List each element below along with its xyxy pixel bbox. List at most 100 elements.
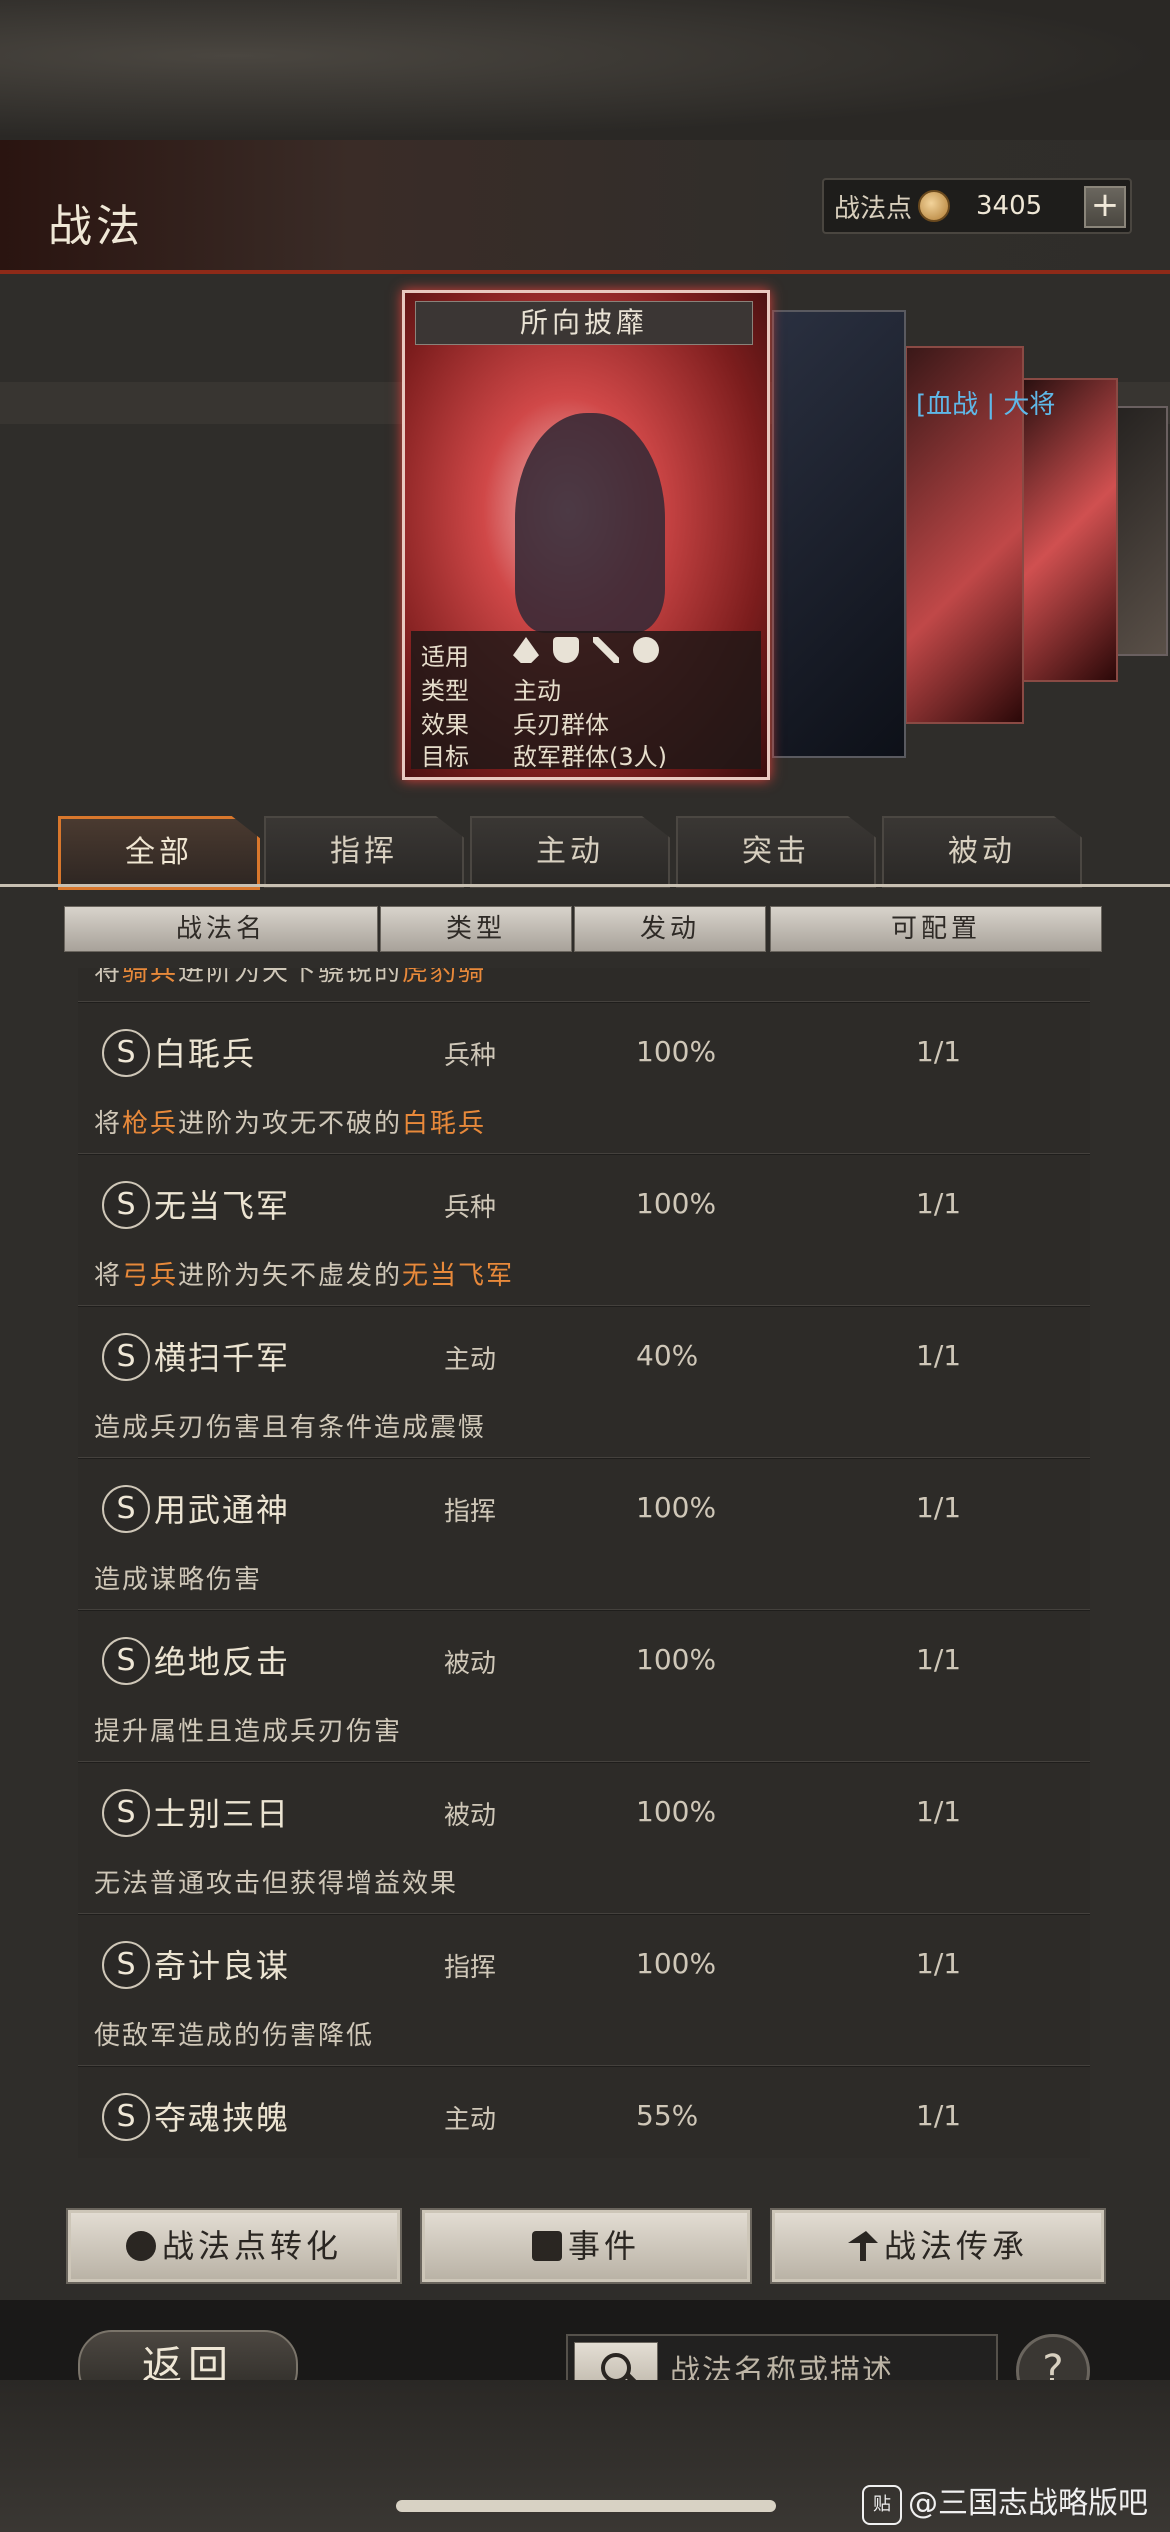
skill-config-count: 1/1 bbox=[916, 1795, 962, 1828]
tieba-logo-icon: 贴 bbox=[862, 2484, 902, 2525]
tab-passive[interactable]: 被动 bbox=[882, 816, 1082, 888]
watermark: 贴 @三国志战略版吧 bbox=[862, 2478, 1148, 2525]
card-row-label: 适用 bbox=[421, 643, 469, 671]
skill-trigger-rate: 100% bbox=[636, 1187, 717, 1220]
add-points-button[interactable]: + bbox=[1084, 186, 1126, 228]
skill-type: 兵种 bbox=[444, 1041, 497, 1071]
rank-badge: S bbox=[102, 1637, 150, 1685]
list-item[interactable]: S 奇计良谋 指挥 100% 1/1 使敌军造成的伤害降低 bbox=[78, 1914, 1090, 2066]
col-trigger[interactable]: 发动 bbox=[574, 906, 766, 952]
card-title: 所向披靡 bbox=[415, 301, 753, 345]
skill-description: 使敌军造成的伤害降低 bbox=[94, 2021, 375, 2051]
events-button[interactable]: 事件 bbox=[420, 2208, 752, 2284]
tactic-points-box: 战法点 3405 + bbox=[822, 178, 1132, 234]
skill-card-back-1[interactable] bbox=[772, 310, 906, 758]
list-item[interactable]: S 夺魂挟魄 主动 55% 1/1 bbox=[78, 2066, 1090, 2158]
skill-type: 主动 bbox=[444, 1345, 497, 1375]
skill-description: 无法普通攻击但获得增益效果 bbox=[94, 1869, 459, 1899]
list-item[interactable]: S 无当飞军 兵种 100% 1/1 将弓兵进阶为矢不虚发的无当飞军 bbox=[78, 1154, 1090, 1306]
rank-badge: S bbox=[102, 1181, 150, 1229]
skill-trigger-rate: 40% bbox=[636, 1339, 699, 1372]
skill-name: 无当飞军 bbox=[154, 1187, 291, 1225]
card-info-panel: 适用 类型 主动 效果 兵刃群体 目标 敌军群体(3人) bbox=[411, 631, 761, 771]
tab-all[interactable]: 全部 bbox=[58, 816, 260, 890]
skill-config-count: 1/1 bbox=[916, 1491, 962, 1524]
skill-config-count: 1/1 bbox=[916, 1643, 962, 1676]
cavalry-icon bbox=[513, 637, 539, 663]
card-row-label: 效果 bbox=[421, 711, 469, 739]
skill-description: 将枪兵进阶为攻无不破的白毦兵 bbox=[94, 1109, 487, 1139]
tab-active[interactable]: 主动 bbox=[470, 816, 670, 888]
convert-points-button[interactable]: 战法点转化 bbox=[66, 2208, 402, 2284]
points-value: 3405 bbox=[976, 191, 1043, 221]
skill-config-count: 1/1 bbox=[916, 1187, 962, 1220]
skill-description: 造成谋略伤害 bbox=[94, 1565, 263, 1595]
rank-badge: S bbox=[102, 1941, 150, 1989]
skill-card-back-4[interactable] bbox=[1112, 406, 1168, 656]
page-title: 战法 bbox=[48, 201, 144, 252]
skill-trigger-rate: 100% bbox=[636, 1947, 717, 1980]
skill-trigger-rate: 100% bbox=[636, 1491, 717, 1524]
col-skill-name[interactable]: 战法名 bbox=[64, 906, 378, 952]
list-item[interactable]: S 士别三日 被动 100% 1/1 无法普通攻击但获得增益效果 bbox=[78, 1762, 1090, 1914]
skill-description: 造成兵刃伤害且有条件造成震慑 bbox=[94, 1413, 487, 1443]
card-row-value: 敌军群体(3人) bbox=[513, 743, 667, 771]
card-row-value: 主动 bbox=[513, 677, 561, 705]
home-indicator[interactable] bbox=[396, 2500, 776, 2512]
card-row-label: 目标 bbox=[421, 743, 469, 771]
applicable-unit-icons bbox=[513, 637, 659, 663]
skill-trigger-rate: 100% bbox=[636, 1035, 717, 1068]
card-tags: [血战 | 大将 bbox=[916, 390, 1056, 420]
filter-tabs: 全部 指挥 主动 突击 被动 bbox=[58, 816, 1108, 890]
list-item[interactable]: 将骑兵进阶为天下骁锐的虎豹骑 bbox=[78, 968, 1090, 1002]
top-background bbox=[0, 0, 1170, 140]
skill-card-featured[interactable]: 所向披靡 适用 类型 主动 效果 兵刃群体 目标 敌军群体(3人) bbox=[402, 290, 770, 780]
skill-type: 被动 bbox=[444, 1801, 497, 1831]
skill-trigger-rate: 100% bbox=[636, 1795, 717, 1828]
rank-badge: S bbox=[102, 1029, 150, 1077]
card-row-applicable: 适用 bbox=[421, 637, 659, 672]
card-row-effect: 效果 兵刃群体 bbox=[421, 705, 609, 740]
inherit-button[interactable]: 战法传承 bbox=[770, 2208, 1106, 2284]
points-label: 战法点 bbox=[834, 193, 913, 224]
flame-icon bbox=[125, 2231, 156, 2261]
skill-name: 白毦兵 bbox=[154, 1035, 257, 1073]
list-item[interactable]: S 绝地反击 被动 100% 1/1 提升属性且造成兵刃伤害 bbox=[78, 1610, 1090, 1762]
skill-description: 提升属性且造成兵刃伤害 bbox=[94, 1717, 403, 1747]
skill-type: 兵种 bbox=[444, 1193, 497, 1223]
bow-icon bbox=[593, 637, 619, 663]
skill-name: 绝地反击 bbox=[154, 1643, 291, 1681]
card-row-value: 兵刃群体 bbox=[513, 711, 609, 739]
card-row-label: 类型 bbox=[421, 677, 469, 705]
skill-card-back-3[interactable] bbox=[1022, 378, 1118, 682]
list-item[interactable]: S 横扫千军 主动 40% 1/1 造成兵刃伤害且有条件造成震慑 bbox=[78, 1306, 1090, 1458]
skill-name: 奇计良谋 bbox=[154, 1947, 291, 1985]
list-item[interactable]: S 白毦兵 兵种 100% 1/1 将枪兵进阶为攻无不破的白毦兵 bbox=[78, 1002, 1090, 1154]
col-configurable[interactable]: 可配置 bbox=[770, 906, 1102, 952]
skill-description: 将弓兵进阶为矢不虚发的无当飞军 bbox=[94, 1261, 515, 1291]
skill-description: 将骑兵进阶为天下骁锐的虎豹骑 bbox=[94, 968, 487, 987]
skill-type: 主动 bbox=[444, 2105, 497, 2135]
skill-config-count: 1/1 bbox=[916, 1339, 962, 1372]
skill-list[interactable]: 将骑兵进阶为天下骁锐的虎豹骑 S 白毦兵 兵种 100% 1/1 将枪兵进阶为攻… bbox=[78, 968, 1090, 2158]
skill-trigger-rate: 55% bbox=[636, 2099, 699, 2132]
skill-name: 士别三日 bbox=[154, 1795, 291, 1833]
skill-type: 指挥 bbox=[444, 1953, 497, 1983]
tab-command[interactable]: 指挥 bbox=[264, 816, 464, 888]
skill-trigger-rate: 100% bbox=[636, 1643, 717, 1676]
shield-icon bbox=[553, 637, 579, 663]
warrior-illustration bbox=[515, 413, 665, 633]
tab-assault[interactable]: 突击 bbox=[676, 816, 876, 888]
col-type[interactable]: 类型 bbox=[380, 906, 572, 952]
rank-badge: S bbox=[102, 2093, 150, 2141]
skill-name: 横扫千军 bbox=[154, 1339, 291, 1377]
card-row-type: 类型 主动 bbox=[421, 671, 561, 706]
skill-type: 指挥 bbox=[444, 1497, 497, 1527]
list-item[interactable]: S 用武通神 指挥 100% 1/1 造成谋略伤害 bbox=[78, 1458, 1090, 1610]
skill-config-count: 1/1 bbox=[916, 1947, 962, 1980]
skill-type: 被动 bbox=[444, 1649, 497, 1679]
skill-name: 用武通神 bbox=[154, 1491, 291, 1529]
skill-config-count: 1/1 bbox=[916, 1035, 962, 1068]
rank-badge: S bbox=[102, 1789, 150, 1837]
chariot-icon bbox=[633, 637, 659, 663]
